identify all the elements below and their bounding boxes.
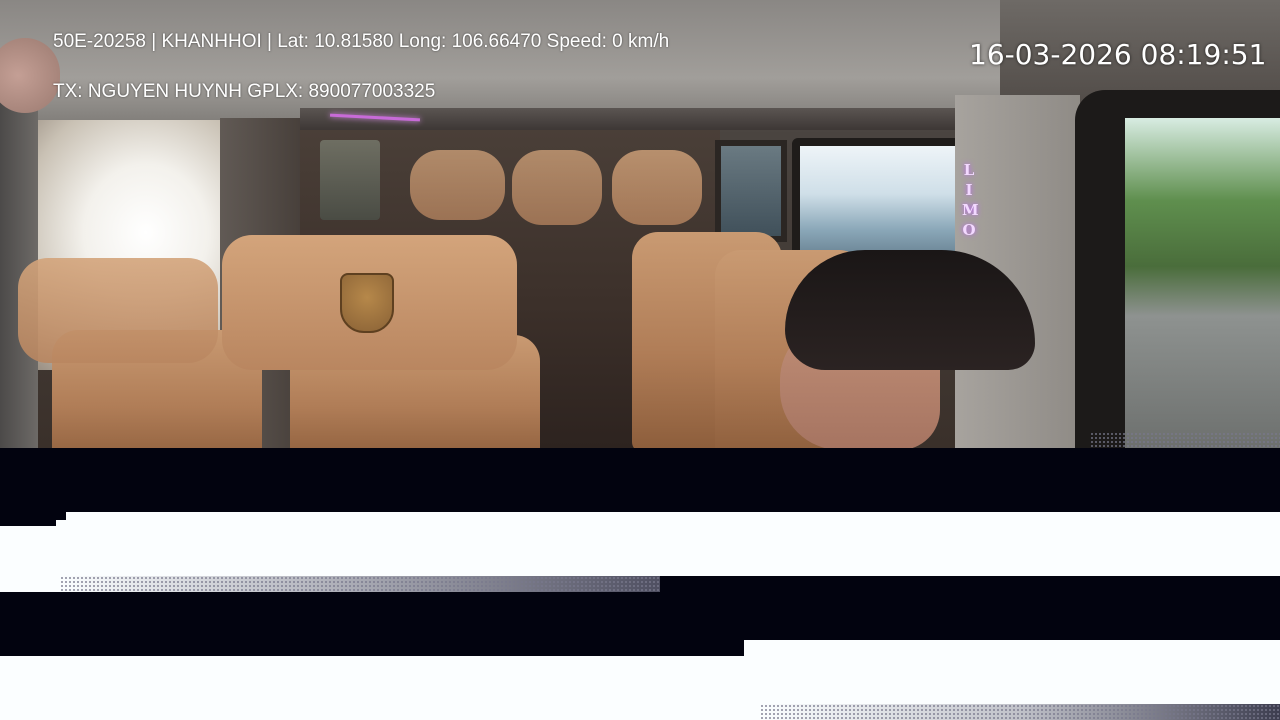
- rear-seat-headrest: [612, 150, 702, 225]
- corrupt-band-dark: [0, 448, 1280, 512]
- rear-seat-headrest: [512, 150, 602, 225]
- rear-seat-headrest: [410, 150, 505, 220]
- corrupt-band-light: [0, 526, 1280, 576]
- rear-window: [320, 140, 380, 220]
- cabin-camera-view: LIMO 50E-20258 | KHANHHOI | Lat: 10.8158…: [0, 0, 1280, 448]
- corrupt-band-dark-notch: [0, 640, 736, 656]
- seat-left-inner-headrest: [222, 235, 517, 370]
- corrupt-band-dark-notch: [0, 512, 66, 520]
- corrupt-band-light-step: [744, 640, 1280, 656]
- seat-left-outer-headrest: [18, 258, 218, 363]
- seat-emblem-icon: [340, 273, 394, 333]
- door-window-street: [1125, 118, 1280, 448]
- driver-info-overlay: TX: NGUYEN HUYNH GPLX: 890077003325: [53, 81, 436, 102]
- decode-artifact: [760, 704, 1280, 720]
- passenger-hair: [785, 250, 1035, 370]
- corrupt-band-light: [0, 656, 1280, 704]
- timestamp-overlay: 16-03-2026 08:19:51: [969, 38, 1267, 71]
- corrupt-band-dark: [660, 576, 1280, 592]
- limo-sign-text: LIMO: [962, 161, 979, 239]
- decode-artifact: [60, 576, 660, 592]
- dashcam-frame: LIMO 50E-20258 | KHANHHOI | Lat: 10.8158…: [0, 0, 1280, 720]
- limo-sign: LIMO: [962, 160, 979, 240]
- vehicle-info-overlay: 50E-20258 | KHANHHOI | Lat: 10.81580 Lon…: [53, 31, 670, 52]
- decode-artifact: [1090, 432, 1280, 448]
- side-window-small: [715, 140, 787, 242]
